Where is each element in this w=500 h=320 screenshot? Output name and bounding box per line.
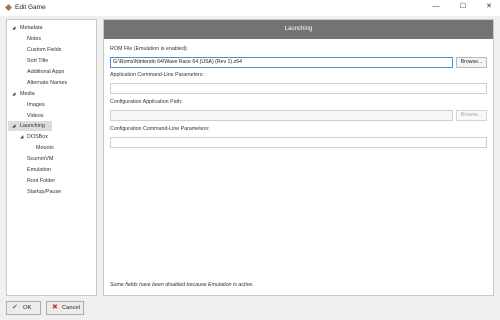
emulation-note: Some fields have been disabled because E… [110,282,254,288]
tree-item-mounts[interactable]: Mounts [36,143,54,153]
rom-file-input[interactable]: G:\Roms\Nintendo 64\Wave Race 64 (USA) (… [110,57,453,68]
app-icon [5,4,12,11]
tree-item-dosbox[interactable]: DOSBox [27,132,48,142]
tree-item-images[interactable]: Images [27,100,45,110]
section-header: Launching [104,20,493,39]
rom-file-label: ROM File (Emulation is enabled): [110,46,189,52]
tree-item-videos[interactable]: Videos [27,111,43,121]
config-app-input [110,110,453,121]
tree-item-root-folder[interactable]: Root Folder [27,176,55,186]
expand-toggle-icon[interactable]: ◢ [12,89,15,99]
expand-toggle-icon[interactable]: ◢ [12,121,15,131]
tree-item-startup-pause[interactable]: Startup/Pause [27,187,61,197]
close-button[interactable]: ✕ [477,0,500,14]
minimize-button[interactable]: — [424,0,448,14]
config-cmd-label: Configuration Command-Line Parameters: [110,126,210,132]
title-bar: Edit Game — ☐ ✕ [0,0,500,16]
tree-item-custom-fields[interactable]: Custom Fields [27,45,61,55]
maximize-button[interactable]: ☐ [451,0,475,14]
launching-panel: Launching ROM File (Emulation is enabled… [103,19,494,296]
tree-item-launching[interactable]: Launching [20,121,45,131]
tree-item-emulation[interactable]: Emulation [27,165,51,175]
ok-label: OK [23,305,32,311]
settings-tree: ◢ Metadata Notes Custom Fields Sort Titl… [6,19,97,296]
tree-item-media[interactable]: Media [20,89,35,99]
tree-item-sort-title[interactable]: Sort Title [27,56,48,66]
tree-item-additional-apps[interactable]: Additional Apps [27,67,64,77]
rom-browse-button[interactable]: Browse... [456,57,487,68]
expand-toggle-icon[interactable]: ◢ [20,132,23,142]
tree-item-notes[interactable]: Notes [27,34,41,44]
app-cmd-input[interactable] [110,83,487,94]
window-title: Edit Game [15,4,46,11]
close-icon: ✖ [52,304,58,311]
expand-toggle-icon[interactable]: ◢ [12,23,15,33]
check-icon: ✔ [12,304,18,311]
tree-item-scummvm[interactable]: ScummVM [27,154,53,164]
cancel-label: Cancel [62,305,81,311]
config-app-label: Configuration Application Path: [110,99,183,105]
tree-item-metadata[interactable]: Metadata [20,23,42,33]
ok-button[interactable]: ✔ OK [6,301,41,315]
config-browse-button: Browse... [456,110,487,121]
tree-item-alternate-names[interactable]: Alternate Names [27,78,67,88]
app-cmd-label: Application Command-Line Parameters: [110,72,204,78]
config-cmd-input[interactable] [110,137,487,148]
cancel-button[interactable]: ✖ Cancel [46,301,84,315]
